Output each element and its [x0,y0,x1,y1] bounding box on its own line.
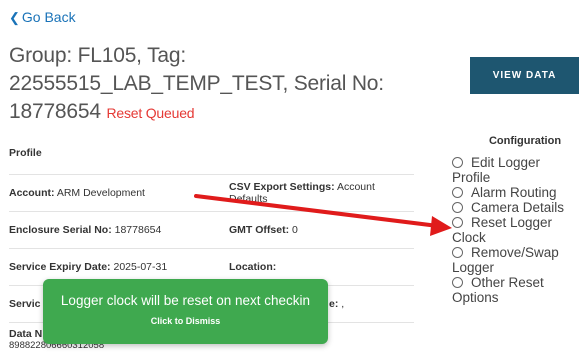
option-label: Alarm Routing [471,185,557,200]
reset-logger-clock-option[interactable]: Reset Logger Clock [452,215,580,245]
gmt-offset-cell: GMT Offset: 0 [229,224,414,236]
radio-unchecked-icon[interactable] [452,157,463,168]
profile-label: Profile [9,147,42,159]
go-back-link[interactable]: ❮ Go Back [9,9,76,25]
service-expiry-value: 2025-07-31 [113,261,168,273]
account-cell: Account: ARM Development [9,187,229,199]
table-row: Enclosure Serial No: 18778654 GMT Offset… [9,212,414,249]
edit-logger-profile-option[interactable]: Edit Logger Profile [452,155,580,185]
data-number-label: Data N [9,329,43,340]
service-expiry-cell: Service Expiry Date: 2025-07-31 [9,261,229,273]
enclosure-value: 18778654 [114,224,162,236]
title-text: Group: FL105, Tag: 22555515_LAB_TEMP_TES… [9,44,384,123]
service-label: Servic [9,298,41,310]
gmt-offset-value: 0 [292,224,298,236]
alarm-routing-option[interactable]: Alarm Routing [452,185,580,200]
page-title: Group: FL105, Tag: 22555515_LAB_TEMP_TES… [9,42,449,127]
radio-unchecked-icon[interactable] [452,277,463,288]
configuration-panel: Configuration Edit Logger Profile Alarm … [452,135,580,305]
partial-value: , [341,298,345,310]
configuration-title: Configuration [488,135,562,147]
profile-header-row: Profile [9,132,414,175]
chevron-left-icon: ❮ [9,9,20,25]
option-label: Remove/Swap Logger [452,245,559,275]
remove-swap-logger-option[interactable]: Remove/Swap Logger [452,245,580,275]
option-label: Reset Logger Clock [452,215,553,245]
table-row: Account: ARM Development CSV Export Sett… [9,175,414,212]
enclosure-cell: Enclosure Serial No: 18778654 [9,224,229,236]
location-cell: Location: [229,261,414,273]
go-back-label: Go Back [21,9,76,25]
partial-label: e: [329,298,339,310]
toast-message: Logger clock will be reset on next check… [60,293,311,308]
arrow-head [430,216,452,236]
account-label: Account: [9,187,55,199]
status-badge: Reset Queued [106,105,195,121]
service-expiry-label: Service Expiry Date: [9,261,111,273]
option-label: Other Reset Options [452,275,544,305]
toast-notification[interactable]: Logger clock will be reset on next check… [43,279,328,344]
radio-unchecked-icon[interactable] [452,202,463,213]
enclosure-label: Enclosure Serial No: [9,224,112,236]
gmt-offset-label: GMT Offset: [229,224,290,236]
toast-dismiss[interactable]: Click to Dismiss [43,316,328,326]
camera-details-option[interactable]: Camera Details [452,200,580,215]
view-data-button[interactable]: VIEW DATA [470,57,579,94]
csv-export-cell: CSV Export Settings: Account Defaults [229,181,414,205]
csv-export-label: CSV Export Settings: [229,181,335,193]
radio-unchecked-icon[interactable] [452,247,463,258]
option-label: Camera Details [471,200,565,215]
location-label: Location: [229,261,277,273]
other-reset-options-option[interactable]: Other Reset Options [452,275,580,305]
radio-unchecked-icon[interactable] [452,187,463,198]
radio-unchecked-icon[interactable] [452,217,463,228]
option-label: Edit Logger Profile [452,155,541,185]
account-value: ARM Development [56,187,145,199]
